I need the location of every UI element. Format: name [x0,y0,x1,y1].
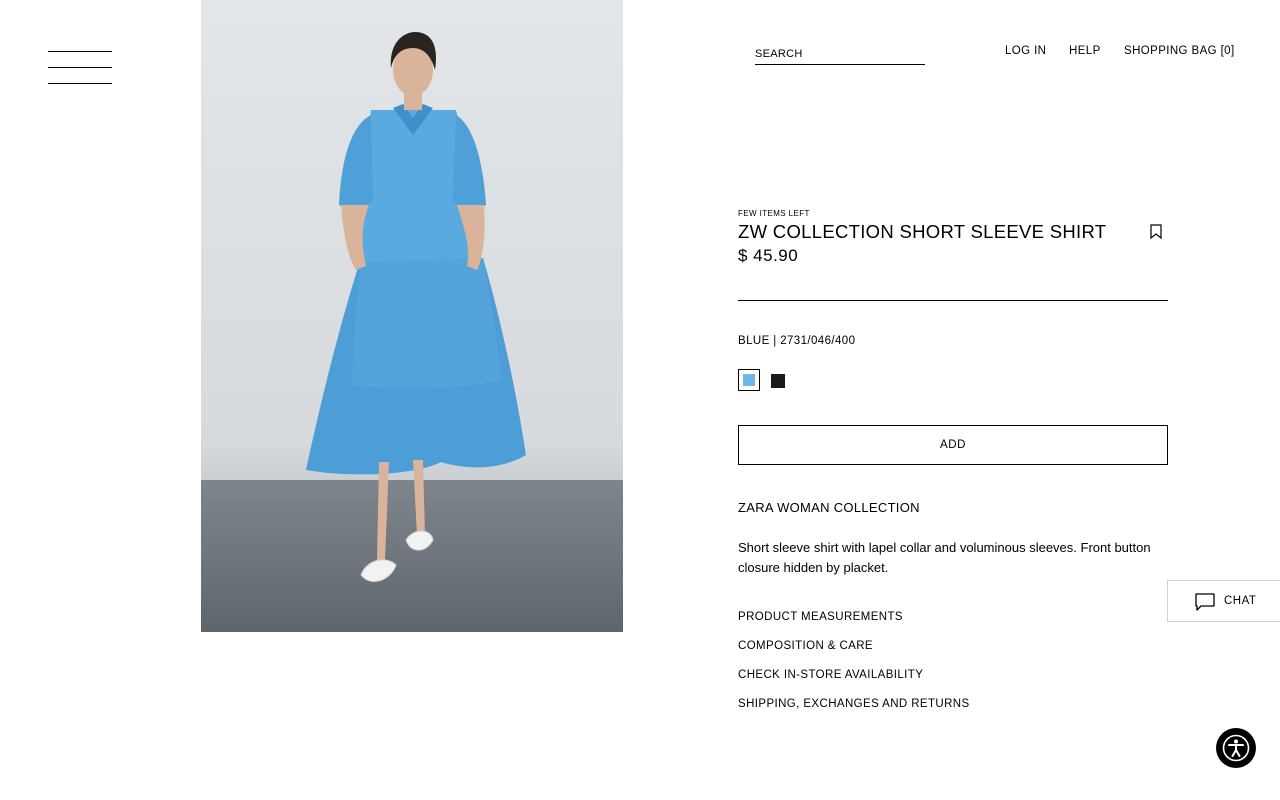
color-reference: BLUE | 2731/046/400 [738,335,856,347]
product-price: $ 45.90 [738,246,799,265]
chat-label: CHAT [1224,595,1257,607]
menu-line [48,67,112,68]
divider [738,300,1168,301]
product-image[interactable] [201,0,623,632]
login-link[interactable]: LOG IN [1005,45,1046,57]
product-measurements-link[interactable]: PRODUCT MEASUREMENTS [738,611,903,623]
collection-name: ZARA WOMAN COLLECTION [738,500,920,515]
chat-button[interactable]: CHAT [1167,580,1280,622]
bookmark-icon[interactable] [1149,224,1163,240]
color-swatch-blue[interactable] [738,369,760,391]
product-description: Short sleeve shirt with lapel collar and… [738,540,1151,575]
product-page: LOG IN HELP SHOPPING BAG [0] FEW ITEMS L… [0,0,1280,800]
store-availability-link[interactable]: CHECK IN-STORE AVAILABILITY [738,669,923,681]
menu-line [48,51,112,52]
shopping-bag-link[interactable]: SHOPPING BAG [0] [1124,45,1235,57]
color-swatch-black[interactable] [771,374,785,388]
help-link[interactable]: HELP [1069,45,1101,57]
product-title: ZW COLLECTION SHORT SLEEVE SHIRT [738,221,1107,242]
menu-line [48,83,112,84]
stock-notice: FEW ITEMS LEFT [738,209,810,218]
search-input[interactable] [755,46,923,62]
shipping-returns-link[interactable]: SHIPPING, EXCHANGES AND RETURNS [738,698,970,710]
chat-bubble-icon [1195,593,1215,616]
accessibility-icon [1222,734,1250,762]
composition-care-link[interactable]: COMPOSITION & CARE [738,640,873,652]
model-illustration [306,32,526,583]
search-field[interactable] [755,44,925,65]
hamburger-menu-button[interactable] [48,51,112,85]
swatch-fill [743,374,755,386]
accessibility-button[interactable] [1216,728,1256,768]
add-to-bag-button[interactable]: ADD [738,425,1168,465]
